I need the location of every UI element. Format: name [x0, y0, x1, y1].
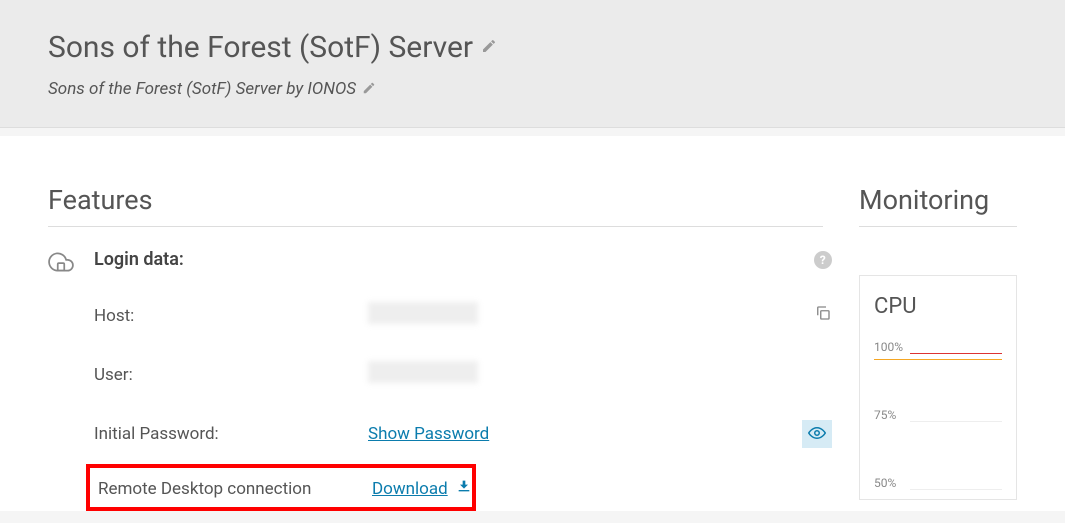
eye-icon: [808, 424, 826, 444]
page-title: Sons of the Forest (SotF) Server: [48, 30, 473, 65]
page-subtitle: Sons of the Forest (SotF) Server by IONO…: [48, 79, 356, 99]
highlight-box: Remote Desktop connection Download: [86, 464, 476, 511]
monitoring-panel: Monitoring CPU 100% 75% 50%: [859, 184, 1017, 511]
login-heading-row: Login data: ?: [94, 249, 832, 270]
copy-icon[interactable]: [814, 304, 832, 327]
page-subtitle-row: Sons of the Forest (SotF) Server by IONO…: [48, 79, 1017, 99]
features-panel: Features Login data: ? Host: Us: [48, 184, 823, 511]
user-row: User:: [94, 345, 832, 404]
download-link[interactable]: Download: [372, 479, 448, 499]
user-value: [368, 361, 832, 388]
cpu-gridline-100: [910, 353, 1002, 354]
cpu-title: CPU: [874, 294, 1002, 319]
cpu-tick-100: 100%: [874, 340, 910, 354]
rdp-value: Download: [372, 478, 472, 499]
download-icon[interactable]: [456, 478, 472, 499]
monitoring-heading: Monitoring: [859, 184, 1017, 227]
initial-password-row: Initial Password: Show Password: [94, 404, 832, 464]
host-value: [368, 302, 814, 329]
reveal-password-button[interactable]: [802, 420, 832, 448]
host-row: Host:: [94, 286, 832, 345]
cpu-tick-75: 75%: [874, 408, 910, 422]
show-password-link[interactable]: Show Password: [368, 424, 489, 444]
login-data-section: Login data: ? Host: User: Initial P: [48, 249, 823, 511]
rdp-row: Remote Desktop connection Download: [90, 478, 472, 499]
features-heading: Features: [48, 184, 823, 227]
pencil-icon[interactable]: [362, 80, 376, 99]
cloud-server-icon: [48, 249, 74, 279]
cpu-tick-50: 50%: [874, 476, 910, 490]
host-label: Host:: [94, 306, 368, 326]
cpu-card: CPU 100% 75% 50%: [859, 275, 1017, 500]
initial-password-value: Show Password: [368, 424, 802, 444]
content-area: Features Login data: ? Host: Us: [0, 136, 1065, 511]
cpu-gridline-50: [910, 489, 1002, 490]
page-header: Sons of the Forest (SotF) Server Sons of…: [0, 0, 1065, 128]
pencil-icon[interactable]: [481, 38, 497, 58]
user-label: User:: [94, 365, 368, 385]
cpu-chart: 100% 75% 50%: [874, 339, 1002, 489]
login-data-heading: Login data:: [94, 249, 184, 270]
login-body: Login data: ? Host: User: Initial P: [94, 249, 832, 511]
cpu-threshold-line: [874, 359, 1002, 360]
initial-password-label: Initial Password:: [94, 424, 368, 444]
rdp-label: Remote Desktop connection: [98, 479, 372, 499]
page-title-row: Sons of the Forest (SotF) Server: [48, 30, 1017, 65]
help-icon[interactable]: ?: [814, 251, 832, 269]
cpu-gridline-75: [910, 421, 1002, 422]
